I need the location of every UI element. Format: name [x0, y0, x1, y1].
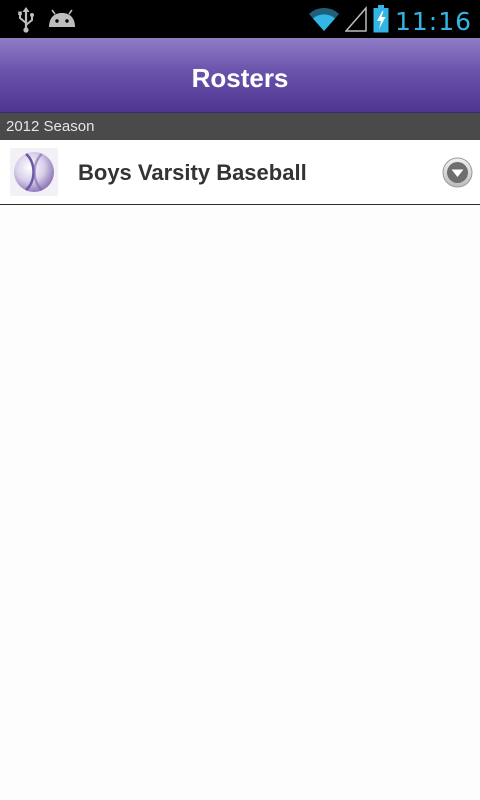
status-clock: 11:16 [394, 6, 472, 36]
status-bar: 11:16 [0, 0, 480, 38]
section-label: 2012 Season [6, 118, 95, 135]
baseball-icon [10, 148, 58, 196]
cell-signal-icon [344, 5, 367, 37]
chevron-down-icon[interactable] [442, 157, 473, 188]
section-header: 2012 Season [0, 113, 480, 140]
roster-label: Boys Varsity Baseball [78, 160, 307, 185]
page-title: Rosters [191, 63, 289, 93]
android-debug-icon [48, 9, 76, 36]
title-bar: Rosters [0, 38, 480, 113]
wifi-icon [308, 6, 339, 37]
roster-list-item[interactable]: Boys Varsity Baseball [0, 140, 480, 205]
battery-charging-icon [373, 5, 389, 38]
usb-icon [16, 7, 36, 38]
